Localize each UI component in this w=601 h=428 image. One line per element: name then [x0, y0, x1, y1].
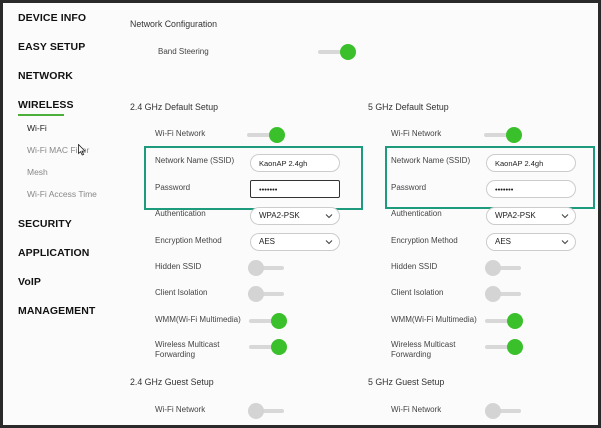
- guest5-title: 5 GHz Guest Setup: [368, 377, 445, 387]
- main-content: Network Configuration Band Steering 2.4 …: [115, 3, 598, 425]
- band5-encryption-select[interactable]: AES: [486, 233, 576, 251]
- band5-client-isolation-label: Client Isolation: [391, 288, 444, 297]
- nav-network[interactable]: NETWORK: [18, 70, 73, 82]
- chevron-down-icon: [561, 240, 569, 245]
- band5-client-isolation-toggle[interactable]: [485, 284, 525, 304]
- guest5-wifi-network-toggle[interactable]: [485, 401, 525, 421]
- chevron-down-icon: [561, 214, 569, 219]
- band5-wifi-network-toggle[interactable]: [484, 125, 524, 145]
- band5-auth-label: Authentication: [391, 209, 442, 218]
- band5-wmm-toggle[interactable]: [485, 311, 525, 331]
- nav-sub-wifi[interactable]: Wi-Fi: [27, 123, 47, 133]
- nav-device-info[interactable]: DEVICE INFO: [18, 12, 86, 24]
- band-steering-label: Band Steering: [158, 47, 209, 56]
- nav-management[interactable]: MANAGEMENT: [18, 305, 95, 317]
- band24-auth-label: Authentication: [155, 209, 206, 218]
- band24-credentials-highlight: [144, 146, 363, 210]
- band5-wifi-network-label: Wi-Fi Network: [391, 129, 442, 138]
- nav-sub-mesh[interactable]: Mesh: [27, 167, 48, 177]
- chevron-down-icon: [325, 214, 333, 219]
- network-config-title: Network Configuration: [130, 19, 218, 29]
- band5-hidden-ssid-label: Hidden SSID: [391, 262, 438, 271]
- nav-security[interactable]: SECURITY: [18, 218, 72, 230]
- band24-encryption-value: AES: [259, 237, 276, 246]
- band24-wmm-toggle[interactable]: [249, 311, 289, 331]
- nav-sub-wifi-access-time[interactable]: Wi-Fi Access Time: [27, 189, 97, 199]
- band5-encryption-value: AES: [495, 237, 512, 246]
- band24-multicast-toggle[interactable]: [249, 337, 289, 357]
- nav-easy-setup[interactable]: EASY SETUP: [18, 41, 85, 53]
- band5-encryption-label: Encryption Method: [391, 236, 458, 245]
- router-admin-window: DEVICE INFO EASY SETUP NETWORK WIRELESS …: [3, 3, 598, 425]
- band24-auth-select[interactable]: WPA2-PSK: [250, 207, 340, 225]
- guest24-title: 2.4 GHz Guest Setup: [130, 377, 214, 387]
- guest24-wifi-network-label: Wi-Fi Network: [155, 405, 206, 414]
- guest24-wifi-network-toggle[interactable]: [248, 401, 288, 421]
- band24-auth-value: WPA2-PSK: [259, 211, 300, 220]
- band24-encryption-label: Encryption Method: [155, 236, 222, 245]
- band5-hidden-ssid-toggle[interactable]: [485, 258, 525, 278]
- band24-multicast-label: Wireless Multicast Forwarding: [155, 340, 220, 359]
- nav-voip[interactable]: VoIP: [18, 276, 41, 288]
- band24-client-isolation-label: Client Isolation: [155, 288, 208, 297]
- band24-title: 2.4 GHz Default Setup: [130, 102, 219, 112]
- band5-title: 5 GHz Default Setup: [368, 102, 449, 112]
- band5-auth-select[interactable]: WPA2-PSK: [486, 207, 576, 225]
- band24-hidden-ssid-toggle[interactable]: [248, 258, 288, 278]
- nav-application[interactable]: APPLICATION: [18, 247, 90, 259]
- band24-wmm-label: WMM(Wi-Fi Multimedia): [155, 315, 241, 324]
- band-steering-toggle[interactable]: [318, 42, 358, 62]
- band24-wifi-network-toggle[interactable]: [247, 125, 287, 145]
- mouse-cursor-icon: [78, 144, 86, 156]
- band24-hidden-ssid-label: Hidden SSID: [155, 262, 202, 271]
- band5-auth-value: WPA2-PSK: [495, 211, 536, 220]
- band24-encryption-select[interactable]: AES: [250, 233, 340, 251]
- chevron-down-icon: [325, 240, 333, 245]
- band5-credentials-highlight: [385, 146, 595, 209]
- sidebar: DEVICE INFO EASY SETUP NETWORK WIRELESS …: [3, 3, 115, 425]
- band5-multicast-label: Wireless Multicast Forwarding: [391, 340, 456, 359]
- band24-client-isolation-toggle[interactable]: [248, 284, 288, 304]
- nav-wireless[interactable]: WIRELESS: [18, 99, 74, 111]
- nav-active-indicator: [18, 114, 64, 116]
- band5-multicast-toggle[interactable]: [485, 337, 525, 357]
- guest5-wifi-network-label: Wi-Fi Network: [391, 405, 442, 414]
- band24-wifi-network-label: Wi-Fi Network: [155, 129, 206, 138]
- band5-wmm-label: WMM(Wi-Fi Multimedia): [391, 315, 477, 324]
